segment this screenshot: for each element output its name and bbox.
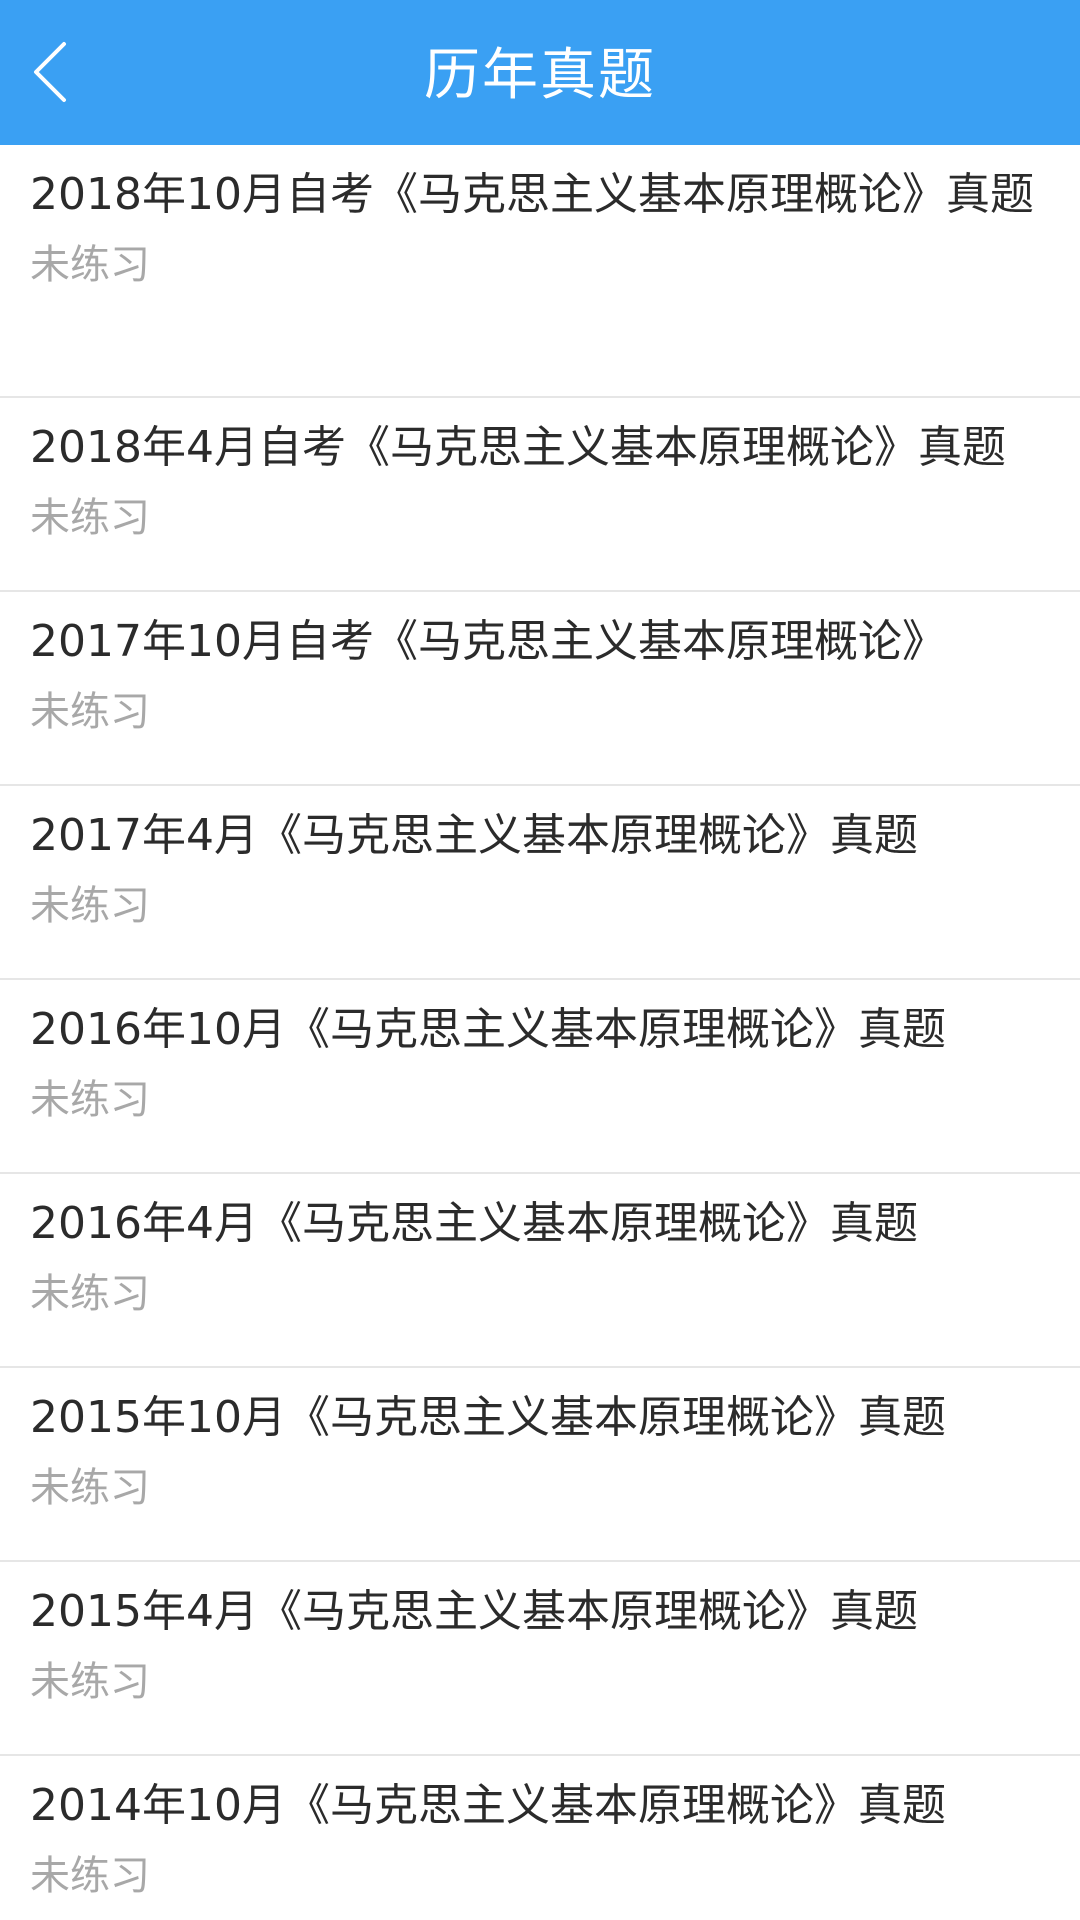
list-item[interactable]: 2014年10月《马克思主义基本原理概论》真题 未练习 xyxy=(0,1756,1080,1920)
item-title: 2016年10月《马克思主义基本原理概论》真题 xyxy=(30,1004,946,1055)
exam-list: 2018年10月自考《马克思主义基本原理概论》真题 未练习 2018年4月自考《… xyxy=(0,145,1080,1920)
item-status: 未练习 xyxy=(30,1465,150,1511)
item-title: 2015年4月《马克思主义基本原理概论》真题 xyxy=(30,1586,918,1637)
top-bar: 历年真题 xyxy=(0,0,1080,145)
item-status: 未练习 xyxy=(30,1853,150,1899)
list-item[interactable]: 2015年10月《马克思主义基本原理概论》真题 未练习 xyxy=(0,1368,1080,1562)
list-item[interactable]: 2017年10月自考《马克思主义基本原理概论》 未练习 xyxy=(0,592,1080,786)
item-status: 未练习 xyxy=(30,1659,150,1705)
item-status: 未练习 xyxy=(30,883,150,929)
list-item[interactable]: 2015年4月《马克思主义基本原理概论》真题 未练习 xyxy=(0,1562,1080,1756)
list-item[interactable]: 2018年4月自考《马克思主义基本原理概论》真题 未练习 xyxy=(0,398,1080,592)
item-status: 未练习 xyxy=(30,1077,150,1123)
list-item[interactable]: 2018年10月自考《马克思主义基本原理概论》真题 未练习 xyxy=(0,145,1080,398)
item-status: 未练习 xyxy=(30,242,150,288)
list-item[interactable]: 2016年10月《马克思主义基本原理概论》真题 未练习 xyxy=(0,980,1080,1174)
item-status: 未练习 xyxy=(30,1271,150,1317)
item-title: 2018年10月自考《马克思主义基本原理概论》真题 xyxy=(30,169,1034,220)
item-title: 2015年10月《马克思主义基本原理概论》真题 xyxy=(30,1392,946,1443)
item-title: 2017年4月《马克思主义基本原理概论》真题 xyxy=(30,810,918,861)
list-item[interactable]: 2016年4月《马克思主义基本原理概论》真题 未练习 xyxy=(0,1174,1080,1368)
screen: 历年真题 2018年10月自考《马克思主义基本原理概论》真题 未练习 2018年… xyxy=(0,0,1080,1920)
list-item[interactable]: 2017年4月《马克思主义基本原理概论》真题 未练习 xyxy=(0,786,1080,980)
item-title: 2014年10月《马克思主义基本原理概论》真题 xyxy=(30,1780,946,1831)
item-title: 2016年4月《马克思主义基本原理概论》真题 xyxy=(30,1198,918,1249)
item-title: 2018年4月自考《马克思主义基本原理概论》真题 xyxy=(30,422,1006,473)
page-title: 历年真题 xyxy=(424,43,656,108)
item-title: 2017年10月自考《马克思主义基本原理概论》 xyxy=(30,616,946,667)
item-status: 未练习 xyxy=(30,689,150,735)
item-status: 未练习 xyxy=(30,495,150,541)
